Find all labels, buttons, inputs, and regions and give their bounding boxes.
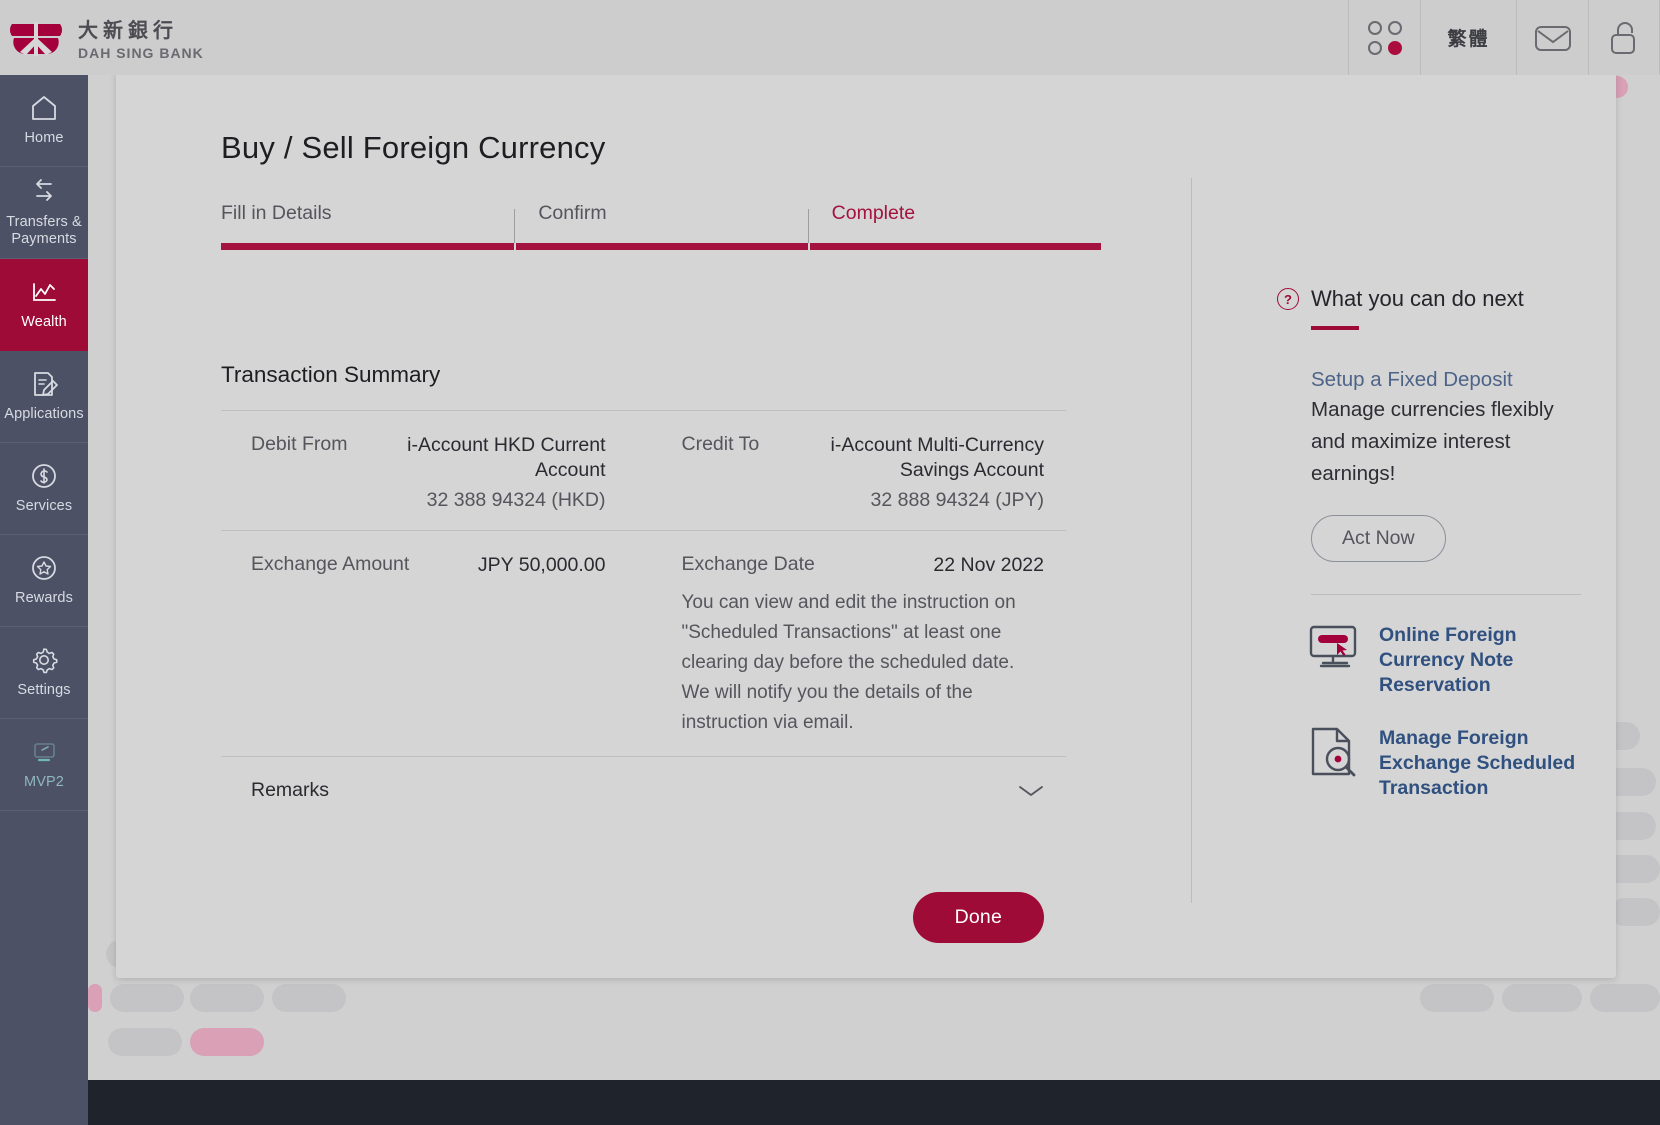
top-header: 大新銀行 DAH SING BANK 繁體 (0, 0, 1660, 75)
remarks-toggle[interactable]: Remarks (221, 757, 1066, 824)
monitor-cursor-icon (1309, 626, 1357, 668)
exchange-date-label: Exchange Date (681, 552, 815, 575)
side-panel-underline (1311, 326, 1359, 330)
sidebar-item-label: Home (24, 130, 64, 147)
sidebar-item-mvp2[interactable]: MVP2 (0, 719, 88, 811)
act-now-button[interactable]: Act Now (1311, 515, 1446, 563)
language-toggle-button[interactable]: 繁體 (1420, 0, 1516, 75)
step-confirm[interactable]: Confirm (514, 202, 808, 250)
application-window: 大新銀行 DAH SING BANK 繁體 Home Transfers & P… (0, 0, 1660, 1125)
summary-row-exchange: Exchange Amount JPY 50,000.00 Exchange D… (221, 529, 1067, 756)
sidebar-item-rewards[interactable]: Rewards (0, 535, 88, 627)
side-panel-header: ? What you can do next (1277, 286, 1616, 312)
exchange-amount-cell: Exchange Amount JPY 50,000.00 (221, 531, 644, 756)
brand-logo[interactable]: 大新銀行 DAH SING BANK (0, 14, 204, 61)
summary-row-remarks: Remarks (221, 756, 1066, 824)
gear-icon (32, 648, 58, 674)
exchange-amount-label: Exchange Amount (251, 552, 410, 575)
sidebar-item-transfers-payments[interactable]: Transfers & Payments (0, 167, 88, 259)
credit-to-account: 32 888 94324 (JPY) (870, 488, 1044, 511)
remarks-label: Remarks (251, 779, 330, 802)
chevron-down-icon (1019, 785, 1043, 796)
transaction-summary-title: Transaction Summary (221, 362, 441, 387)
content-card: Buy / Sell Foreign Currency Fill in Deta… (116, 68, 1616, 978)
link-manage-foreign-exchange-scheduled-transaction[interactable]: Manage Foreign Exchange Scheduled Transa… (1307, 726, 1597, 801)
sidebar-item-label: Wealth (21, 314, 67, 331)
sidebar-item-label: Rewards (15, 590, 73, 607)
app-grid-icon (1367, 20, 1402, 55)
bottom-status-bar (88, 1080, 1660, 1125)
header-actions: 繁體 (1348, 0, 1660, 75)
side-panel-divider (1311, 594, 1581, 596)
step-complete[interactable]: Complete (807, 202, 1101, 250)
step-label: Complete (831, 202, 916, 224)
page-title: Buy / Sell Foreign Currency (221, 130, 606, 165)
link-online-foreign-currency-note-reservation[interactable]: Online Foreign Currency Note Reservation (1307, 623, 1597, 698)
step-fill-in-details[interactable]: Fill in Details (221, 202, 515, 250)
messages-button[interactable] (1516, 0, 1588, 75)
step-bar (809, 243, 1101, 250)
transfer-arrows-icon (36, 178, 52, 201)
promo-link-label: Manage Foreign Exchange Scheduled Transa… (1379, 727, 1576, 800)
debit-from-account: 32 388 94324 (HKD) (426, 488, 606, 511)
setup-fixed-deposit-link[interactable]: Setup a Fixed Deposit (1311, 368, 1581, 392)
done-button[interactable]: Done (912, 892, 1044, 944)
side-panel: ? What you can do next Setup a Fixed Dep… (1191, 178, 1616, 903)
step-label: Confirm (538, 202, 607, 224)
sidebar-item-services[interactable]: Services (0, 443, 88, 535)
envelope-icon (1534, 25, 1571, 51)
exchange-date-value: 22 Nov 2022 (933, 553, 1044, 576)
home-icon (32, 96, 56, 121)
sidebar-item-wealth[interactable]: Wealth (0, 259, 88, 351)
dollar-circle-icon (32, 464, 56, 489)
logout-button[interactable] (1588, 0, 1660, 75)
sidebar-item-label: Settings (17, 682, 71, 699)
promo-block: Setup a Fixed Deposit Manage currencies … (1311, 368, 1581, 563)
exchange-date-note: You can view and edit the instruction on… (681, 592, 1016, 734)
exchange-amount-value: JPY 50,000.00 (477, 553, 606, 576)
question-mark-icon: ? (1277, 288, 1299, 310)
sidebar-item-label: Applications (4, 406, 84, 423)
action-row: Done (221, 892, 1066, 944)
monitor-icon (34, 743, 55, 762)
sidebar-item-home[interactable]: Home (0, 75, 88, 167)
sidebar-item-label: Transfers & Payments (6, 213, 82, 247)
summary-row-accounts: Debit From i-Account HKD Current Account… (221, 410, 1066, 530)
sidebar-item-applications[interactable]: Applications (0, 351, 88, 443)
sidebar-item-label: MVP2 (24, 774, 64, 791)
brand-name-english: DAH SING BANK (78, 45, 204, 61)
credit-to-label: Credit To (681, 433, 760, 455)
dah-sing-logo-icon (8, 18, 64, 58)
left-sidebar: Home Transfers & Payments Wealth Applica… (0, 75, 88, 1125)
sidebar-footer-fill (0, 1080, 88, 1125)
debit-from-value: i-Account HKD Current Account (407, 434, 606, 482)
document-pencil-icon (34, 372, 58, 397)
main-content: Buy / Sell Foreign Currency Fill in Deta… (116, 68, 1191, 978)
progress-stepper: Fill in Details Confirm Complete (221, 202, 1101, 250)
chart-line-icon (33, 283, 56, 302)
sidebar-item-settings[interactable]: Settings (0, 627, 88, 719)
step-bar (516, 243, 808, 250)
debit-from-cell: Debit From i-Account HKD Current Account… (221, 411, 644, 530)
step-bar (221, 243, 515, 250)
debit-from-label: Debit From (251, 433, 348, 455)
sidebar-item-label: Services (15, 498, 73, 515)
padlock-icon (1611, 21, 1635, 54)
transaction-summary: Transaction Summary Debit From i-Account… (221, 362, 1067, 944)
star-circle-icon (32, 556, 56, 581)
exchange-date-cell: Exchange Date 22 Nov 2022 You can view a… (644, 531, 1067, 756)
credit-to-cell: Credit To i-Account Multi-Currency Savin… (644, 411, 1067, 530)
step-label: Fill in Details (221, 202, 332, 224)
brand-name-chinese: 大新銀行 (78, 20, 178, 42)
promo-description: Manage currencies flexibly and maximize … (1311, 398, 1554, 485)
promo-link-label: Online Foreign Currency Note Reservation (1379, 624, 1517, 697)
credit-to-value: i-Account Multi-Currency Savings Account (830, 434, 1044, 482)
document-search-icon (1311, 727, 1356, 777)
apps-grid-button[interactable] (1348, 0, 1420, 75)
side-panel-title: What you can do next (1311, 286, 1524, 311)
